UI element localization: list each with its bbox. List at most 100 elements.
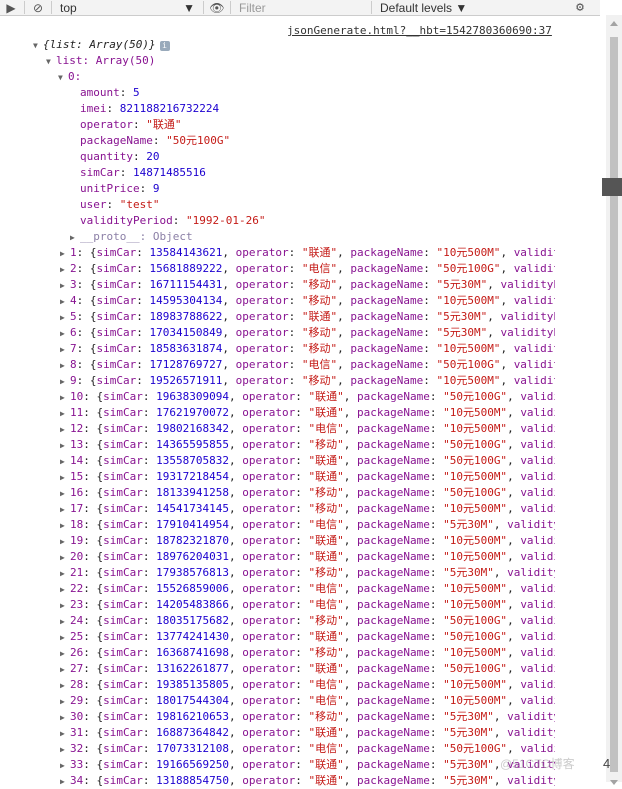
item-index: 6: [70, 326, 77, 339]
scroll-up-icon[interactable]: [610, 21, 618, 26]
list-item[interactable]: ▶ 30: {simCar: 19816210653, operator: "移动…: [60, 709, 555, 725]
item-operator: "联通": [308, 726, 344, 739]
item-simcar: 19816210653: [156, 710, 229, 723]
item-operator: "电信": [301, 358, 338, 371]
item-index: 8: [70, 358, 77, 371]
item-package: "10元500M": [436, 374, 501, 387]
item-simcar: 18583631874: [149, 342, 223, 355]
item-package: "5元30M": [443, 518, 494, 531]
item-package: "5元30M": [443, 710, 494, 723]
item-simcar: 19802168342: [156, 422, 229, 435]
item-index: 3: [70, 278, 77, 291]
list-item[interactable]: ▶ 20: {simCar: 18976204031, operator: "联通…: [60, 549, 555, 565]
eye-icon[interactable]: 👁: [206, 0, 228, 15]
list-array-row[interactable]: ▼ list: Array(50): [46, 53, 155, 69]
list-item[interactable]: ▶ 16: {simCar: 18133941258, operator: "移动…: [60, 485, 555, 501]
toolbar-divider: [51, 1, 52, 14]
list-item[interactable]: ▶ 6: {simCar: 17034150849, operator: "移动"…: [60, 325, 555, 341]
source-link[interactable]: jsonGenerate.html?__hbt=1542780360690:37: [287, 23, 552, 39]
expand-triangle-icon: ▶: [60, 361, 65, 370]
list-item[interactable]: ▶ 17: {simCar: 14541734145, operator: "移动…: [60, 501, 555, 517]
gear-icon[interactable]: ⚙: [570, 0, 590, 15]
list-item[interactable]: ▶ 14: {simCar: 13558705832, operator: "联通…: [60, 453, 555, 469]
item-package: "5元30M": [443, 774, 494, 787]
expand-triangle-icon: ▶: [60, 393, 65, 402]
item-package: "10元500M": [436, 342, 501, 355]
item-operator: "移动": [308, 486, 344, 499]
list-item[interactable]: ▶ 2: {simCar: 15681889222, operator: "电信"…: [60, 261, 555, 277]
expand-triangle-icon: ▶: [60, 313, 65, 322]
item-operator: "联通": [301, 246, 338, 259]
item-operator: "电信": [308, 742, 344, 755]
prop-amount: amount: 5: [80, 86, 140, 99]
expand-triangle-icon: ▶: [60, 713, 65, 722]
list-item[interactable]: ▶ 22: {simCar: 15526859006, operator: "电信…: [60, 581, 555, 597]
list-item[interactable]: ▶ 32: {simCar: 17073312108, operator: "电信…: [60, 741, 555, 757]
list-item[interactable]: ▶ 27: {simCar: 13162261877, operator: "联通…: [60, 661, 555, 677]
item-index: 18: [70, 518, 84, 531]
item-simcar: 17938576813: [156, 566, 229, 579]
proto-row[interactable]: ▶ __proto__: Object: [70, 229, 193, 245]
context-label: top: [60, 0, 77, 15]
list-item[interactable]: ▶ 23: {simCar: 14205483866, operator: "电信…: [60, 597, 555, 613]
item-index: 27: [70, 662, 84, 675]
item-package: "5元30M": [436, 310, 488, 323]
item-operator: "移动": [308, 614, 344, 627]
list-item[interactable]: ▶ 11: {simCar: 17621970072, operator: "联通…: [60, 405, 555, 421]
clear-console-icon[interactable]: ⊘: [27, 0, 49, 15]
item-package: "10元500M": [443, 598, 508, 611]
list-item[interactable]: ▶ 4: {simCar: 14595304134, operator: "移动"…: [60, 293, 555, 309]
vertical-scrollbar[interactable]: [606, 15, 622, 785]
item-index: 12: [70, 422, 84, 435]
list-item[interactable]: ▶ 8: {simCar: 17128769727, operator: "电信"…: [60, 357, 555, 373]
root-object-row[interactable]: ▼ {list: Array(50)} i: [33, 37, 170, 53]
log-levels-dropdown[interactable]: Default levels ▼: [374, 1, 530, 15]
item-index: 1: [70, 246, 77, 259]
list-item[interactable]: ▶ 24: {simCar: 18035175682, operator: "移动…: [60, 613, 555, 629]
list-item[interactable]: ▶ 5: {simCar: 18983788622, operator: "联通"…: [60, 309, 555, 325]
list-item[interactable]: ▶ 10: {simCar: 19638309094, operator: "联通…: [60, 389, 555, 405]
expand-triangle-icon: ▶: [60, 537, 65, 546]
item-operator: "移动": [308, 502, 344, 515]
item-package: "50元100G": [443, 486, 508, 499]
item-package: "10元500M": [443, 694, 508, 707]
expand-triangle-icon: ▶: [60, 409, 65, 418]
list-item[interactable]: ▶ 13: {simCar: 14365595855, operator: "移动…: [60, 437, 555, 453]
item-simcar: 16887364842: [156, 726, 229, 739]
expand-triangle-icon: ▶: [60, 601, 65, 610]
item-index: 21: [70, 566, 84, 579]
list-item[interactable]: ▶ 21: {simCar: 17938576813, operator: "移动…: [60, 565, 555, 581]
list-item[interactable]: ▶ 12: {simCar: 19802168342, operator: "电信…: [60, 421, 555, 437]
list-item[interactable]: ▶ 29: {simCar: 18017544304, operator: "电信…: [60, 693, 555, 709]
context-selector[interactable]: top ▼: [54, 1, 201, 15]
scroll-down-icon[interactable]: [610, 780, 618, 785]
toggle-sidebar-icon[interactable]: ▶: [0, 0, 22, 15]
item-operator: "移动": [301, 342, 338, 355]
expand-triangle-icon: ▶: [60, 345, 65, 354]
item-index: 31: [70, 726, 84, 739]
item-0-row[interactable]: ▼ 0:: [58, 69, 81, 85]
list-item[interactable]: ▶ 28: {simCar: 19385135805, operator: "电信…: [60, 677, 555, 693]
item-package: "10元500M": [436, 294, 501, 307]
list-item[interactable]: ▶ 34: {simCar: 13188854750, operator: "联通…: [60, 773, 555, 789]
expand-triangle-icon: ▶: [60, 617, 65, 626]
list-item[interactable]: ▶ 31: {simCar: 16887364842, operator: "联通…: [60, 725, 555, 741]
item-simcar: 14365595855: [156, 438, 229, 451]
list-item[interactable]: ▶ 1: {simCar: 13584143621, operator: "联通"…: [60, 245, 555, 261]
list-item[interactable]: ▶ 7: {simCar: 18583631874, operator: "移动"…: [60, 341, 555, 357]
filter-input[interactable]: Filter: [233, 1, 369, 15]
list-item[interactable]: ▶ 25: {simCar: 13774241430, operator: "联通…: [60, 629, 555, 645]
item-package: "10元500M": [443, 550, 508, 563]
item-operator: "电信": [308, 518, 344, 531]
list-item[interactable]: ▶ 26: {simCar: 16368741698, operator: "移动…: [60, 645, 555, 661]
item-operator: "联通": [308, 534, 344, 547]
list-item[interactable]: ▶ 33: {simCar: 19166569250, operator: "联通…: [60, 757, 555, 773]
scrollbar-thumb[interactable]: [610, 37, 618, 772]
item-operator: "移动": [308, 646, 344, 659]
item-simcar: 14541734145: [156, 502, 229, 515]
list-item[interactable]: ▶ 3: {simCar: 16711154431, operator: "移动"…: [60, 277, 555, 293]
list-item[interactable]: ▶ 18: {simCar: 17910414954, operator: "电信…: [60, 517, 555, 533]
list-item[interactable]: ▶ 19: {simCar: 18782321870, operator: "联通…: [60, 533, 555, 549]
list-item[interactable]: ▶ 9: {simCar: 19526571911, operator: "移动"…: [60, 373, 555, 389]
list-item[interactable]: ▶ 15: {simCar: 19317218454, operator: "联通…: [60, 469, 555, 485]
